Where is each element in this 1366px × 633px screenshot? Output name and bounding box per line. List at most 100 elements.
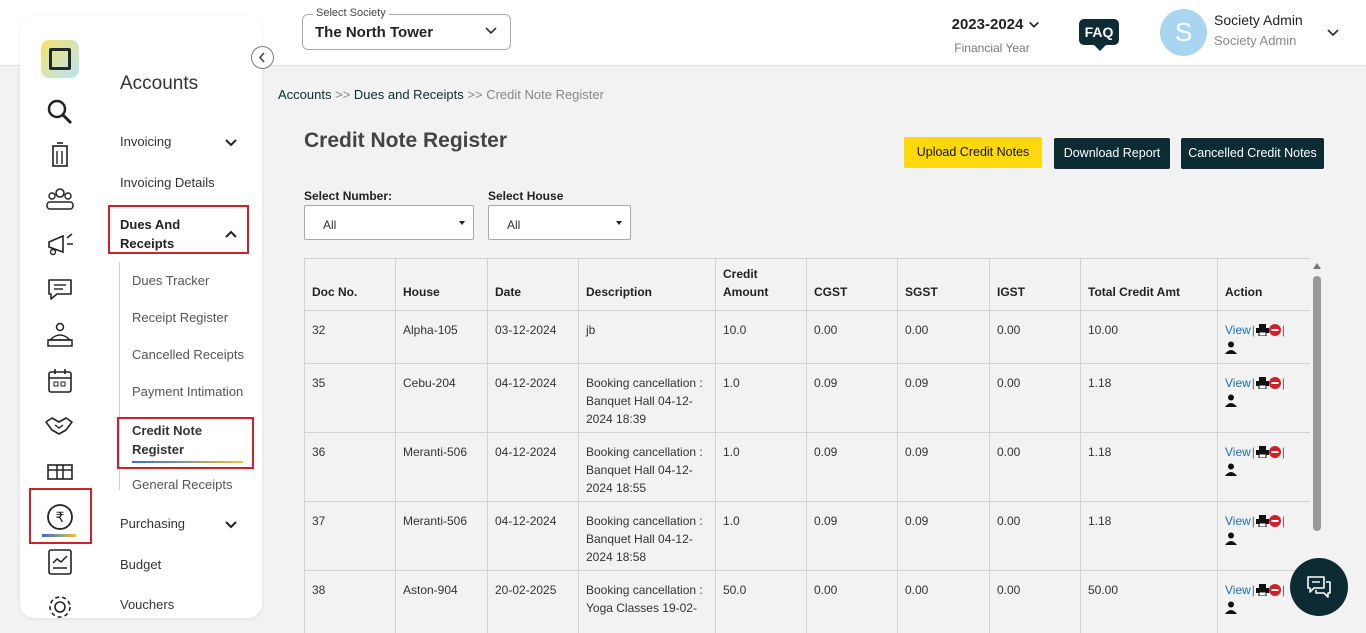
- chevron-up-icon[interactable]: [224, 227, 238, 241]
- sidebar-item-general-receipts[interactable]: General Receipts: [132, 477, 232, 492]
- print-icon[interactable]: [1255, 446, 1269, 458]
- total-credit-cell: 1.18: [1080, 432, 1218, 502]
- cancel-icon[interactable]: [1268, 515, 1281, 527]
- avatar[interactable]: S: [1160, 9, 1207, 56]
- select-house-dropdown[interactable]: All: [488, 205, 631, 240]
- chevron-down-icon[interactable]: [224, 518, 238, 532]
- column-header[interactable]: Date: [487, 258, 579, 311]
- report-icon[interactable]: [45, 547, 75, 577]
- dropdown-arrow-icon: [459, 221, 465, 225]
- sgst-cell: 0.00: [897, 310, 990, 364]
- announcement-icon[interactable]: [45, 228, 75, 258]
- description-cell: Booking cancellation : Banquet Hall 04-1…: [578, 501, 716, 571]
- members-icon[interactable]: [45, 184, 75, 214]
- dropdown-arrow-icon: [616, 221, 622, 225]
- user-icon[interactable]: [1225, 341, 1237, 354]
- society-select[interactable]: Select Society The North Tower: [302, 7, 511, 50]
- sidebar-item-purchasing[interactable]: Purchasing: [120, 516, 185, 531]
- cancel-icon[interactable]: [1268, 377, 1281, 389]
- upload-credit-notes-button[interactable]: Upload Credit Notes: [904, 137, 1042, 168]
- column-header[interactable]: Credit Amount: [715, 258, 807, 311]
- user-icon[interactable]: [1225, 601, 1237, 614]
- cancelled-credit-notes-button[interactable]: Cancelled Credit Notes: [1181, 138, 1324, 169]
- scrollbar-thumb[interactable]: [1313, 276, 1321, 531]
- column-header[interactable]: Total Credit Amt: [1080, 258, 1218, 311]
- column-header[interactable]: House: [395, 258, 488, 311]
- package-icon[interactable]: [45, 456, 75, 486]
- action-cell: View| |: [1217, 432, 1310, 502]
- faq-button[interactable]: FAQ: [1079, 19, 1119, 51]
- search-icon[interactable]: [45, 97, 75, 127]
- breadcrumb-current: Credit Note Register: [486, 87, 604, 102]
- building-icon[interactable]: [45, 140, 75, 170]
- user-info[interactable]: Society Admin Society Admin: [1214, 12, 1303, 48]
- print-icon[interactable]: [1255, 515, 1269, 527]
- column-header[interactable]: IGST: [989, 258, 1081, 311]
- print-icon[interactable]: [1255, 584, 1269, 596]
- sidebar-item-vouchers[interactable]: Vouchers: [120, 597, 174, 612]
- select-number-dropdown[interactable]: All: [304, 205, 474, 240]
- breadcrumb-dues-and-receipts[interactable]: Dues and Receipts: [354, 87, 464, 102]
- column-header[interactable]: Description: [578, 258, 716, 311]
- chat-icon[interactable]: [45, 274, 75, 304]
- chevron-down-icon: [1029, 21, 1040, 28]
- column-header[interactable]: SGST: [897, 258, 990, 311]
- user-icon[interactable]: [1225, 394, 1237, 407]
- sidebar-item-dues-and-receipts[interactable]: Dues And Receipts: [120, 215, 200, 253]
- sidebar-collapse-button[interactable]: [251, 46, 274, 69]
- cancel-icon[interactable]: [1268, 584, 1281, 596]
- app-logo[interactable]: [41, 40, 79, 78]
- total-credit-cell: 10.00: [1080, 310, 1218, 364]
- view-link[interactable]: View: [1225, 583, 1251, 597]
- sidebar-item-payment-intimation[interactable]: Payment Intimation: [132, 384, 243, 399]
- sidebar-item-budget[interactable]: Budget: [120, 557, 161, 572]
- cancel-icon[interactable]: [1268, 446, 1281, 458]
- sidebar-item-invoicing[interactable]: Invoicing: [120, 134, 171, 149]
- sidebar-item-cancelled-receipts[interactable]: Cancelled Receipts: [132, 347, 244, 362]
- action-separator: |: [1251, 514, 1255, 528]
- column-header[interactable]: CGST: [806, 258, 898, 311]
- cgst-cell: 0.09: [806, 501, 898, 571]
- credit-amount-cell: 1.0: [715, 363, 807, 433]
- action-separator: |: [1251, 376, 1255, 390]
- description-cell: Booking cancellation : Yoga Classes 19-0…: [578, 570, 716, 633]
- print-icon[interactable]: [1255, 324, 1269, 336]
- chevron-down-icon[interactable]: [224, 136, 238, 150]
- society-select-label: Select Society: [313, 7, 389, 19]
- table-row: 36 Meranti-506 04-12-2024 Booking cancel…: [304, 432, 1310, 502]
- view-link[interactable]: View: [1225, 376, 1251, 390]
- action-separator: |: [1281, 323, 1286, 337]
- cgst-cell: 0.00: [806, 570, 898, 633]
- house-cell: Alpha-105: [395, 310, 488, 364]
- handshake-icon[interactable]: [44, 410, 74, 440]
- cancel-icon[interactable]: [1268, 324, 1281, 336]
- view-link[interactable]: View: [1225, 514, 1251, 528]
- column-header[interactable]: Doc No.: [304, 258, 396, 311]
- user-role: Society Admin: [1214, 33, 1297, 48]
- active-indicator: [42, 534, 76, 537]
- chat-support-button[interactable]: [1290, 558, 1348, 616]
- sidebar-item-invoicing-details[interactable]: Invoicing Details: [120, 175, 215, 190]
- user-icon[interactable]: [1225, 463, 1237, 476]
- sidebar-item-dues-tracker[interactable]: Dues Tracker: [132, 273, 209, 288]
- download-report-button[interactable]: Download Report: [1054, 138, 1170, 169]
- credit-amount-cell: 50.0: [715, 570, 807, 633]
- sidebar-item-credit-note-register[interactable]: Credit Note Register: [132, 421, 222, 459]
- calendar-icon[interactable]: [45, 366, 75, 396]
- scroll-up-arrow-icon[interactable]: [1313, 263, 1321, 269]
- user-icon[interactable]: [1225, 532, 1237, 545]
- financial-year-selector[interactable]: 2023-2024 Financial Year: [951, 16, 1041, 55]
- settings-icon[interactable]: [45, 592, 75, 618]
- breadcrumb-accounts[interactable]: Accounts: [278, 87, 331, 102]
- view-link[interactable]: View: [1225, 445, 1251, 459]
- print-icon[interactable]: [1255, 377, 1269, 389]
- total-credit-cell: 50.00: [1080, 570, 1218, 633]
- rupee-icon[interactable]: ₹: [45, 502, 75, 532]
- helpdesk-icon[interactable]: [45, 320, 75, 350]
- sidebar-item-receipt-register[interactable]: Receipt Register: [132, 310, 228, 325]
- chevron-down-icon: [485, 27, 497, 35]
- chevron-down-icon[interactable]: [1326, 26, 1340, 40]
- doc-no-cell: 35: [304, 363, 396, 433]
- action-separator: |: [1281, 376, 1286, 390]
- view-link[interactable]: View: [1225, 323, 1251, 337]
